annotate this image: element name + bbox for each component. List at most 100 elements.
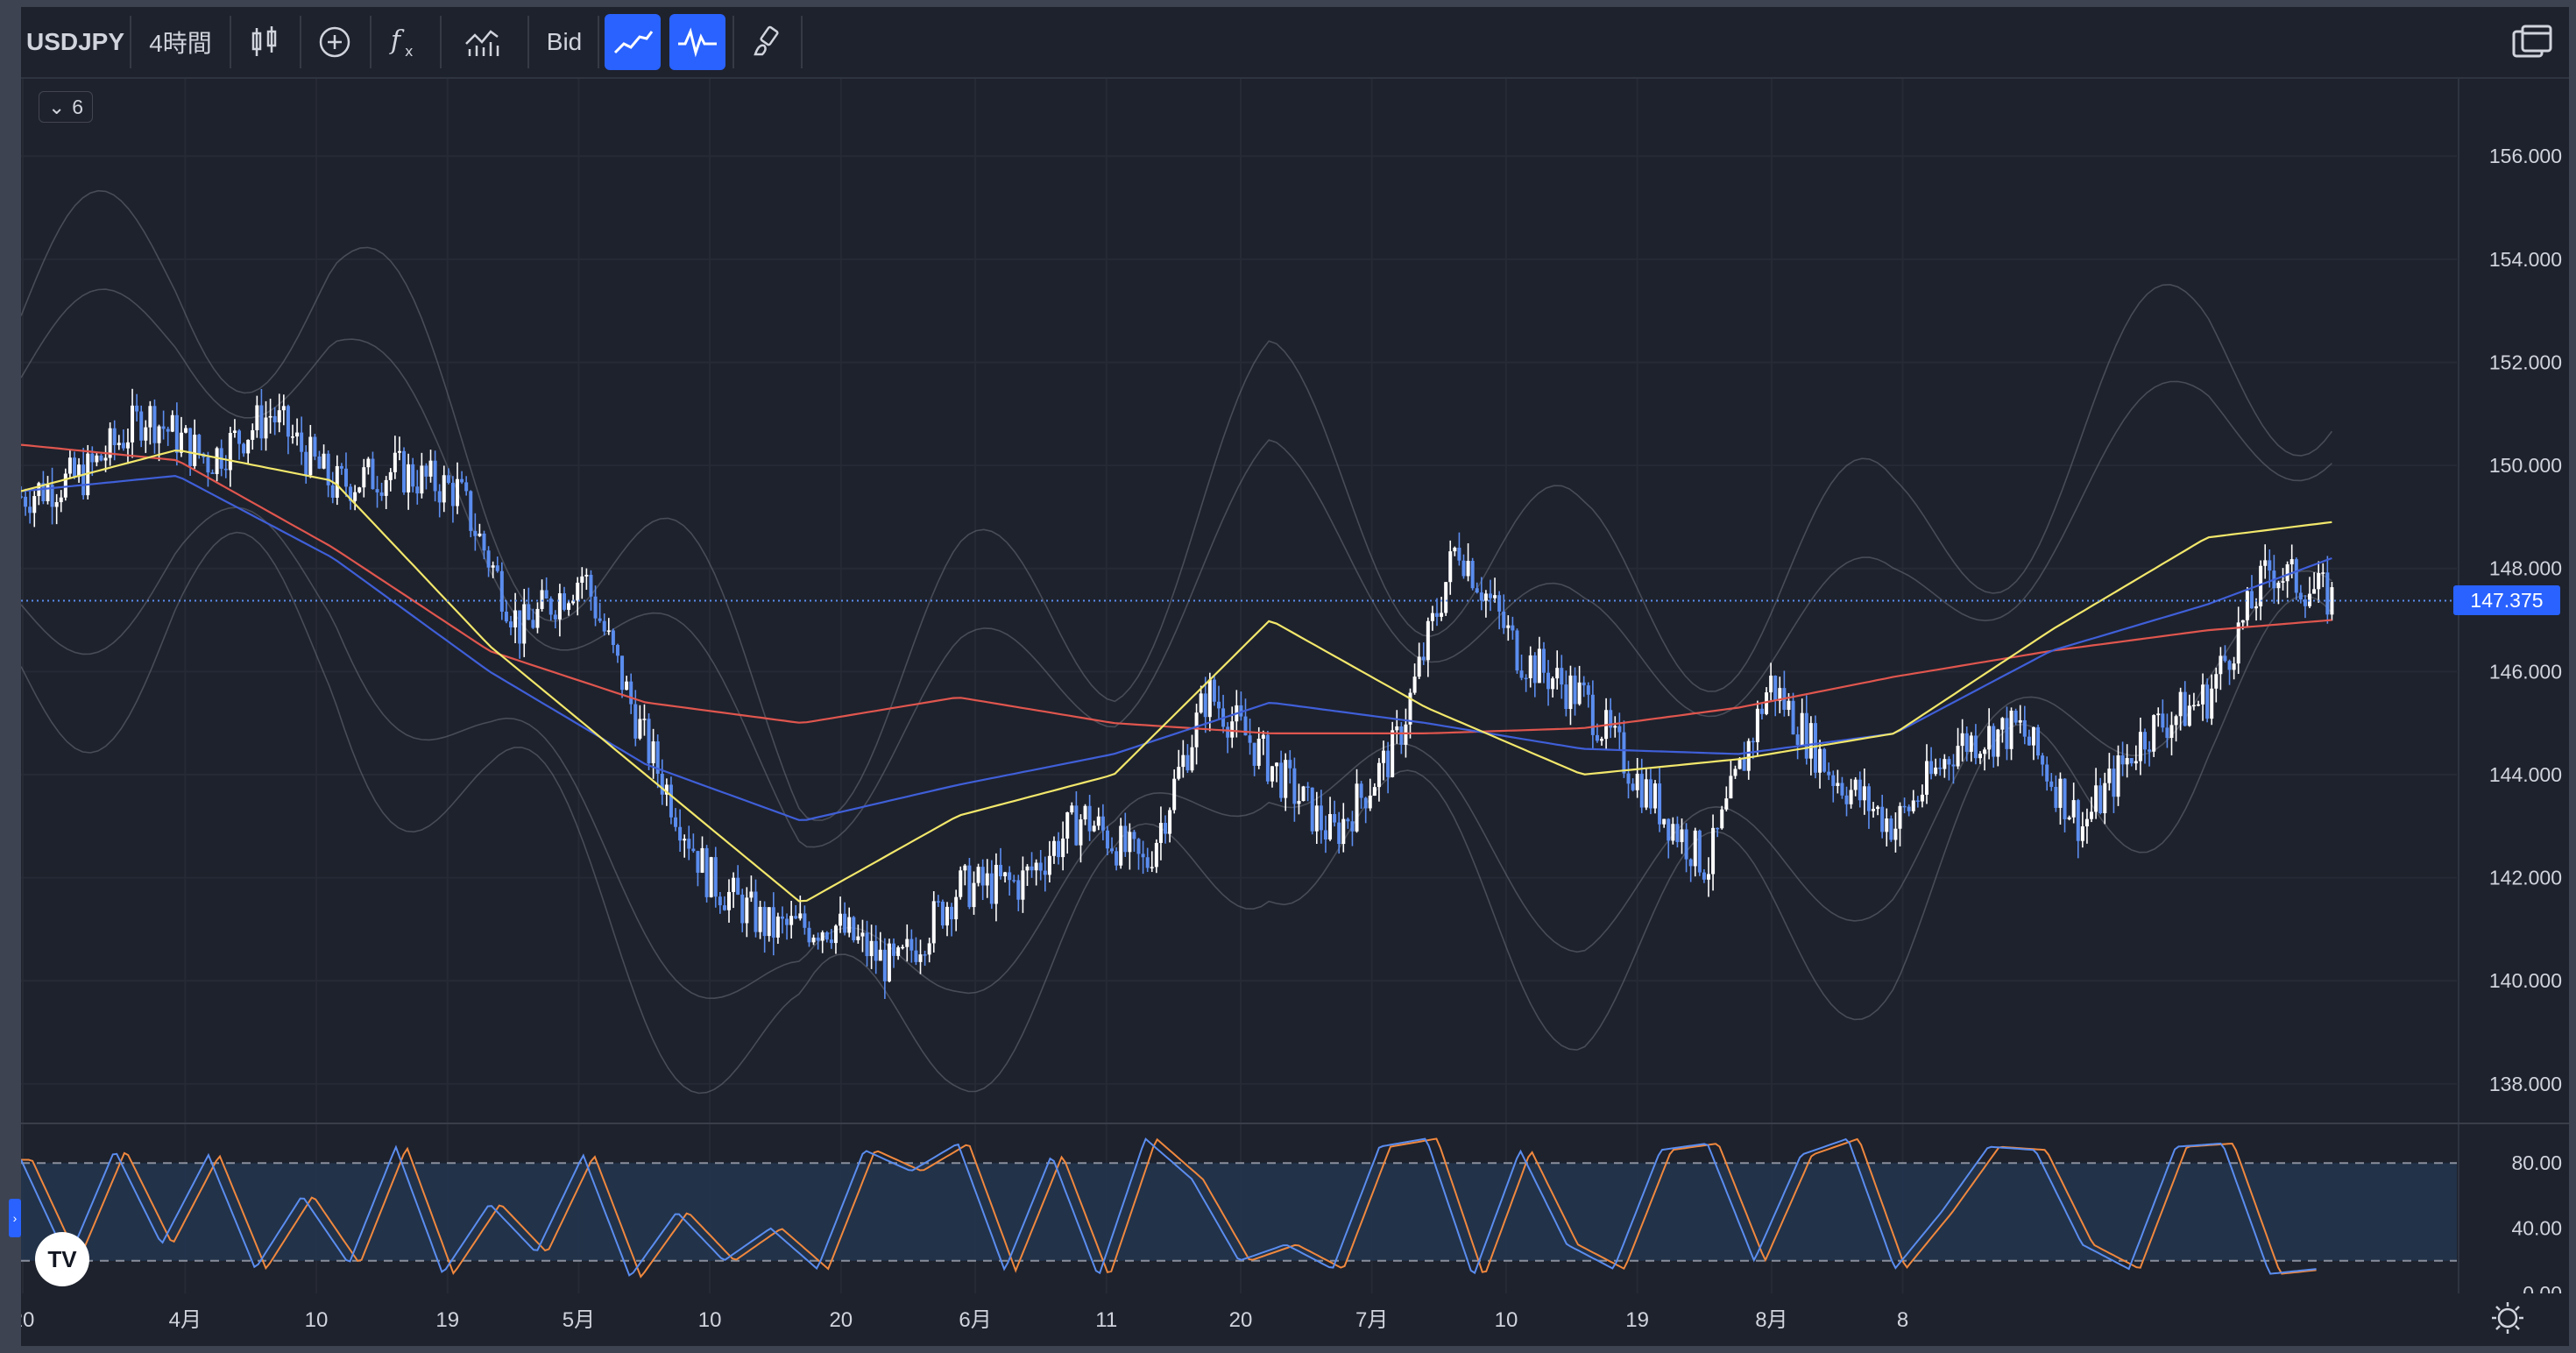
candle-body (1065, 812, 1070, 839)
candle-body (852, 917, 856, 940)
candle-body (839, 913, 843, 926)
candle-body (1658, 783, 1662, 825)
candle-body (179, 432, 183, 453)
candle-body (1154, 842, 1158, 868)
candle-body (1836, 783, 1840, 786)
candle-body (112, 428, 117, 445)
candle-body (1372, 787, 1376, 797)
candle-body (277, 410, 281, 422)
candle-body (1061, 838, 1065, 858)
candles-icon[interactable] (238, 14, 291, 70)
candle-body (1074, 805, 1079, 846)
candle-body (170, 414, 174, 432)
candle-body (1057, 840, 1061, 858)
candle-body (780, 916, 784, 919)
candle-body (998, 864, 1002, 876)
tradingview-logo-icon[interactable]: TV (35, 1232, 89, 1286)
candle-body (927, 943, 931, 955)
candle-body (691, 848, 696, 852)
toolbar-divider (370, 16, 372, 68)
trend-line-icon[interactable] (605, 14, 661, 70)
add-circle-icon[interactable] (308, 14, 361, 70)
candle-body (1693, 830, 1697, 867)
candle-body (959, 870, 963, 897)
candle-body (81, 464, 86, 496)
grid-lines (21, 79, 2457, 1306)
candle-body (1813, 723, 1817, 773)
candle-body (1978, 754, 1982, 759)
date-tick-label: 7月 (1355, 1308, 1388, 1332)
candle-body (1092, 825, 1096, 832)
candle-body (1306, 786, 1310, 788)
price-type-button[interactable]: Bid (534, 14, 594, 70)
candle-body (1404, 724, 1408, 745)
price-tick-label: 156.000 (2489, 145, 2562, 167)
candle-body (1551, 678, 1555, 690)
candle-body (286, 406, 290, 437)
candle-body (1194, 712, 1199, 747)
candle-body (1323, 830, 1327, 839)
candle-body (388, 471, 393, 480)
candle-body (1889, 818, 1893, 840)
candle-body (1256, 738, 1261, 766)
candle-body (598, 618, 602, 621)
candle-body (407, 464, 411, 492)
candle-body (1417, 656, 1421, 677)
toolbar-divider (801, 16, 803, 68)
candle-body (117, 443, 121, 445)
candle-body (2103, 783, 2107, 814)
panel-handle-icon[interactable]: › (9, 1199, 21, 1237)
candle-body (1724, 798, 1729, 810)
indicators-chart-icon[interactable] (456, 14, 508, 70)
candle-body (2094, 785, 2098, 812)
candle-body (1635, 773, 1639, 790)
chart-canvas: 156.000 154.000 152.000 150.000 148.000 146.0… (21, 79, 2569, 1306)
candle-body (2174, 716, 2178, 726)
candle-body (2223, 655, 2227, 662)
candle-body (450, 482, 455, 506)
brush-icon[interactable] (740, 14, 796, 70)
candle-body (1110, 848, 1115, 852)
candle-body (1934, 767, 1938, 775)
candle-body (1021, 870, 1025, 900)
candle-body (1376, 762, 1381, 788)
candle-body (1203, 693, 1207, 718)
candle-body (32, 496, 37, 514)
candle-body (1759, 708, 1764, 714)
candle-body (1573, 675, 1577, 705)
candle-body (611, 630, 615, 646)
candle-body (1920, 794, 1924, 802)
candle-body (531, 620, 535, 628)
legend-toggle-button[interactable]: ⌄ 6 (39, 91, 93, 123)
candle-body (1648, 779, 1652, 809)
candle-body (1560, 668, 1564, 685)
candle-body (1711, 827, 1716, 875)
settings-icon[interactable] (2492, 1302, 2523, 1334)
layout-icon[interactable] (2506, 14, 2558, 70)
fx-icon[interactable]: fx (379, 14, 431, 70)
candle-body (1395, 726, 1399, 731)
candle-body (1016, 880, 1021, 900)
symbol-button[interactable]: USDJPY (21, 14, 130, 70)
candle-body (456, 478, 460, 506)
candle-body (1359, 783, 1363, 798)
candle-body (1168, 810, 1172, 834)
candle-body (2289, 559, 2294, 564)
timeframe-button[interactable]: 4時間 (131, 14, 230, 70)
oscillator-icon[interactable] (669, 14, 725, 70)
candle-body (1541, 648, 1546, 673)
candle-body (1172, 778, 1177, 811)
candle-body (281, 406, 286, 411)
toolbar-divider (527, 16, 529, 68)
candle-body (1866, 786, 1871, 811)
candle-body (2143, 732, 2148, 750)
candle-body (722, 905, 726, 910)
chart-area[interactable]: 156.000 154.000 152.000 150.000 148.000 146.0… (21, 79, 2569, 1306)
candle-body (1412, 676, 1417, 693)
candle-body (1849, 790, 1853, 804)
candle-body (1265, 734, 1270, 782)
candle-body (1600, 739, 1604, 741)
candle-body (1230, 721, 1235, 738)
candle-body (478, 533, 482, 536)
candle-body (384, 479, 388, 496)
